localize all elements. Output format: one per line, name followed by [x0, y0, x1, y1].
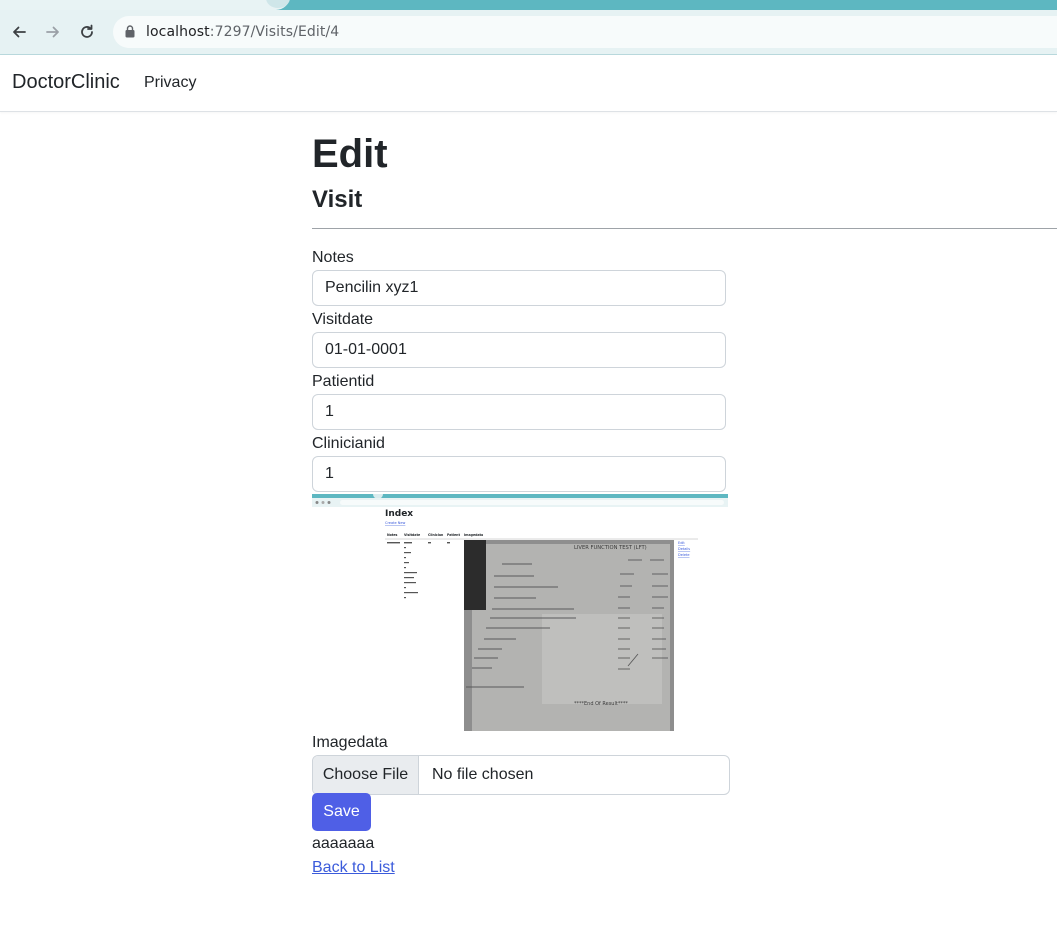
preview-report-footer: ****End Of Result**** [574, 701, 628, 707]
note-text: aaaaaaa [312, 835, 375, 852]
page-title: Edit [312, 132, 388, 176]
lock-icon[interactable] [125, 25, 135, 38]
file-status-text: No file chosen [432, 766, 534, 783]
arrow-right-icon [46, 26, 59, 38]
forward-button[interactable] [42, 21, 64, 43]
imagedata-label: Imagedata [312, 734, 388, 751]
preview-col-patient: Patient [447, 533, 460, 537]
preview-col-visitdate: Visitdate [404, 533, 420, 537]
preview-col-clinician: Clinician [428, 533, 444, 537]
preview-row-link-edit: Edit [678, 541, 685, 545]
preview-row-link-delete: Delete [678, 553, 690, 557]
back-button[interactable] [8, 21, 30, 43]
arrow-left-icon [13, 26, 26, 38]
app-navbar: DoctorClinic Privacy [0, 55, 1057, 112]
preview-col-notes: Notes [387, 533, 398, 537]
patientid-label: Patientid [312, 373, 375, 390]
preview-row-link-details: Details [678, 547, 690, 551]
url-path: :7297/Visits/Edit/4 [209, 24, 340, 40]
patientid-input[interactable]: 1 [312, 394, 726, 430]
page-subtitle: Visit [312, 186, 363, 213]
imagedata-file-input[interactable]: Choose File No file chosen [312, 755, 730, 795]
reload-button[interactable] [76, 21, 98, 43]
visitdate-label: Visitdate [312, 311, 374, 328]
image-preview: Index Create New Notes Visitdate Clinici… [312, 494, 728, 731]
back-to-list-link[interactable]: Back to List [312, 859, 395, 877]
clinicianid-input[interactable]: 1 [312, 456, 726, 492]
visitdate-input[interactable]: 01-01-0001 [312, 332, 726, 368]
save-button[interactable]: Save [312, 793, 371, 831]
preview-heading: Index [385, 509, 413, 519]
browser-toolbar: localhost:7297/Visits/Edit/4 [0, 10, 1057, 55]
brand-link[interactable]: DoctorClinic [12, 71, 120, 94]
nav-link-privacy[interactable]: Privacy [144, 74, 196, 92]
url-text[interactable]: localhost:7297/Visits/Edit/4 [146, 24, 339, 40]
divider [312, 228, 1057, 229]
browser-active-tab[interactable] [0, 0, 290, 10]
notes-input[interactable]: Pencilin xyz1 [312, 270, 726, 306]
preview-create-link: Create New [385, 521, 406, 525]
preview-col-imagedata: Imagedata [464, 533, 483, 537]
choose-file-button[interactable]: Choose File [313, 756, 419, 794]
preview-screenshot: Index Create New Notes Visitdate Clinici… [312, 494, 728, 731]
clinicianid-label: Clinicianid [312, 435, 385, 452]
browser-tab-strip [0, 0, 1057, 10]
notes-label: Notes [312, 249, 354, 266]
reload-icon [81, 24, 93, 38]
url-host: localhost [146, 24, 210, 40]
preview-report-title: LIVER FUNCTION TEST (LFT) [574, 545, 647, 551]
address-bar[interactable]: localhost:7297/Visits/Edit/4 [113, 16, 1057, 48]
